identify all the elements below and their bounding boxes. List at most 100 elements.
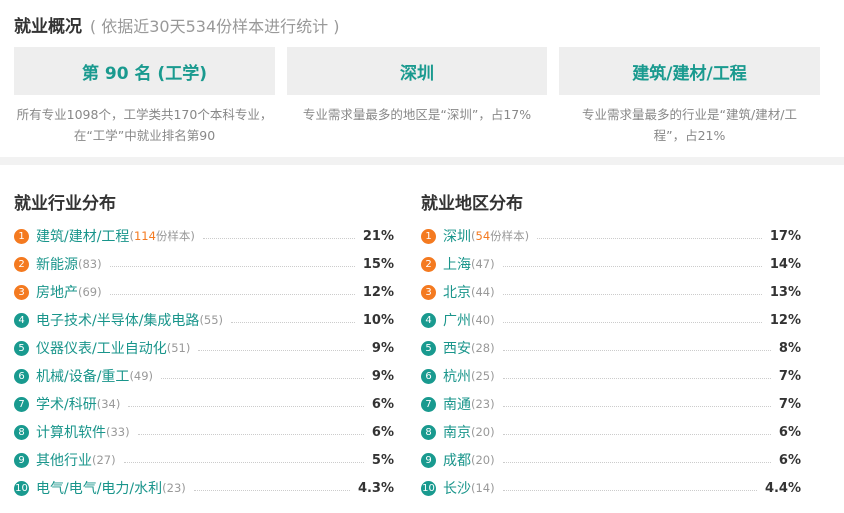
rank-badge: 9 (421, 452, 436, 468)
percentage: 4.4% (764, 480, 801, 496)
item-name-link[interactable]: 南京 (443, 422, 471, 442)
distribution-panel: 就业行业分布 就业地区分布 1 建筑/建材/工程 (114份样本) 21% 2 新能源 (8… (0, 165, 844, 513)
rank-description: 所有专业1098个，工学类共170个本科专业，在“工学”中就业排名第90 (16, 107, 273, 143)
top-industry-card: 建筑/建材/工程 (559, 47, 820, 95)
item-name-link[interactable]: 电气/电气/电力/水利 (36, 478, 162, 498)
region-section-title: 就业地区分布 (421, 194, 523, 214)
dotted-leader (202, 237, 355, 239)
rank-badge: 2 (421, 256, 436, 272)
dotted-leader (502, 489, 757, 491)
list-item[interactable]: 10 电气/电气/电力/水利 (23) 4.3% (14, 474, 394, 502)
item-name-link[interactable]: 广州 (443, 310, 471, 330)
dotted-leader (109, 293, 355, 295)
overview-subtitle: ( 依据近30天534份样本进行统计 ) (89, 17, 340, 36)
item-name-link[interactable]: 计算机软件 (36, 422, 106, 442)
rank-badge: 10 (14, 480, 29, 496)
rank-badge: 4 (421, 312, 436, 328)
item-name-link[interactable]: 建筑/建材/工程 (36, 226, 129, 246)
overview-title: 就业概况 ( 依据近30天534份样本进行统计 ) (14, 12, 339, 37)
list-item[interactable]: 1 深圳 (54份样本) 17% (421, 222, 801, 250)
dotted-leader (109, 265, 355, 267)
item-name-link[interactable]: 房地产 (36, 282, 78, 302)
percentage: 9% (371, 368, 394, 384)
rank-badge: 1 (421, 228, 436, 244)
list-item[interactable]: 2 新能源 (83) 15% (14, 250, 394, 278)
item-name-link[interactable]: 南通 (443, 394, 471, 414)
sample-count: (27) (92, 453, 116, 467)
list-item[interactable]: 4 广州 (40) 12% (421, 306, 801, 334)
overview-panel: 就业概况 ( 依据近30天534份样本进行统计 ) 第 90 名 (工学) 深圳… (0, 0, 844, 157)
list-item[interactable]: 4 电子技术/半导体/集成电路 (55) 10% (14, 306, 394, 334)
item-name-link[interactable]: 西安 (443, 338, 471, 358)
item-name-link[interactable]: 长沙 (443, 478, 471, 498)
rank-badge: 6 (421, 368, 436, 384)
item-name-link[interactable]: 杭州 (443, 366, 471, 386)
list-item[interactable]: 1 建筑/建材/工程 (114份样本) 21% (14, 222, 394, 250)
item-name-link[interactable]: 仪器仪表/工业自动化 (36, 338, 167, 358)
dotted-leader (502, 377, 771, 379)
list-item[interactable]: 8 南京 (20) 6% (421, 418, 801, 446)
list-item[interactable]: 3 北京 (44) 13% (421, 278, 801, 306)
list-item[interactable]: 5 仪器仪表/工业自动化 (51) 9% (14, 334, 394, 362)
sample-count: (49) (129, 369, 154, 383)
dotted-leader (193, 489, 350, 491)
list-item[interactable]: 2 上海 (47) 14% (421, 250, 801, 278)
sample-count: (54份样本) (471, 228, 529, 244)
dotted-leader (502, 265, 762, 267)
rank-badge: 9 (14, 452, 29, 468)
percentage: 21% (362, 228, 394, 244)
rank-badge: 3 (14, 284, 29, 300)
percentage: 10% (362, 312, 394, 328)
percentage: 13% (769, 284, 801, 300)
percentage: 6% (371, 396, 394, 412)
list-item[interactable]: 7 南通 (23) 7% (421, 390, 801, 418)
list-item[interactable]: 6 杭州 (25) 7% (421, 362, 801, 390)
item-name-link[interactable]: 其他行业 (36, 450, 92, 470)
industry-section-title: 就业行业分布 (14, 194, 116, 214)
list-item[interactable]: 8 计算机软件 (33) 6% (14, 418, 394, 446)
list-item[interactable]: 10 长沙 (14) 4.4% (421, 474, 801, 502)
item-name-link[interactable]: 上海 (443, 254, 471, 274)
percentage: 4.3% (357, 480, 394, 496)
list-item[interactable]: 5 西安 (28) 8% (421, 334, 801, 362)
list-item[interactable]: 6 机械/设备/重工 (49) 9% (14, 362, 394, 390)
percentage: 14% (769, 256, 801, 272)
rank-badge: 1 (14, 228, 29, 244)
overview-heading: 就业概况 (14, 17, 82, 37)
list-item[interactable]: 3 房地产 (69) 12% (14, 278, 394, 306)
sample-count: (34) (96, 397, 121, 411)
list-item[interactable]: 7 学术/科研 (34) 6% (14, 390, 394, 418)
rank-badge: 6 (14, 368, 29, 384)
dotted-leader (123, 461, 364, 463)
item-name-link[interactable]: 北京 (443, 282, 471, 302)
dotted-leader (502, 433, 771, 435)
percentage: 15% (362, 256, 394, 272)
sample-count: (44) (471, 285, 495, 299)
rank-badge: 7 (14, 396, 29, 412)
dotted-leader (198, 349, 364, 351)
sample-count: (23) (162, 481, 186, 495)
item-name-link[interactable]: 成都 (443, 450, 471, 470)
sample-count: (51) (166, 341, 191, 355)
rank-badge: 3 (421, 284, 436, 300)
rank-badge: 8 (421, 424, 436, 440)
item-name-link[interactable]: 新能源 (36, 254, 78, 274)
list-item[interactable]: 9 其他行业 (27) 5% (14, 446, 394, 474)
item-name-link[interactable]: 机械/设备/重工 (36, 366, 129, 386)
item-name-link[interactable]: 深圳 (443, 226, 471, 246)
list-item[interactable]: 9 成都 (20) 6% (421, 446, 801, 474)
rank-badge: 5 (14, 340, 29, 356)
item-name-link[interactable]: 学术/科研 (36, 394, 97, 414)
rank-badge: 8 (14, 424, 29, 440)
percentage: 12% (362, 284, 394, 300)
percentage: 5% (371, 452, 394, 468)
percentage: 8% (778, 340, 801, 356)
count-number: 114 (133, 229, 156, 243)
item-name-link[interactable]: 电子技术/半导体/集成电路 (36, 310, 199, 330)
count-suffix: 份样本) (490, 229, 530, 243)
dotted-leader (502, 349, 771, 351)
count-number: 54 (475, 229, 491, 243)
percentage: 6% (778, 452, 801, 468)
sample-count: (40) (471, 313, 495, 327)
industry-list: 1 建筑/建材/工程 (114份样本) 21% 2 新能源 (83) 15% 3 房地产 (69) 1… (14, 222, 394, 502)
